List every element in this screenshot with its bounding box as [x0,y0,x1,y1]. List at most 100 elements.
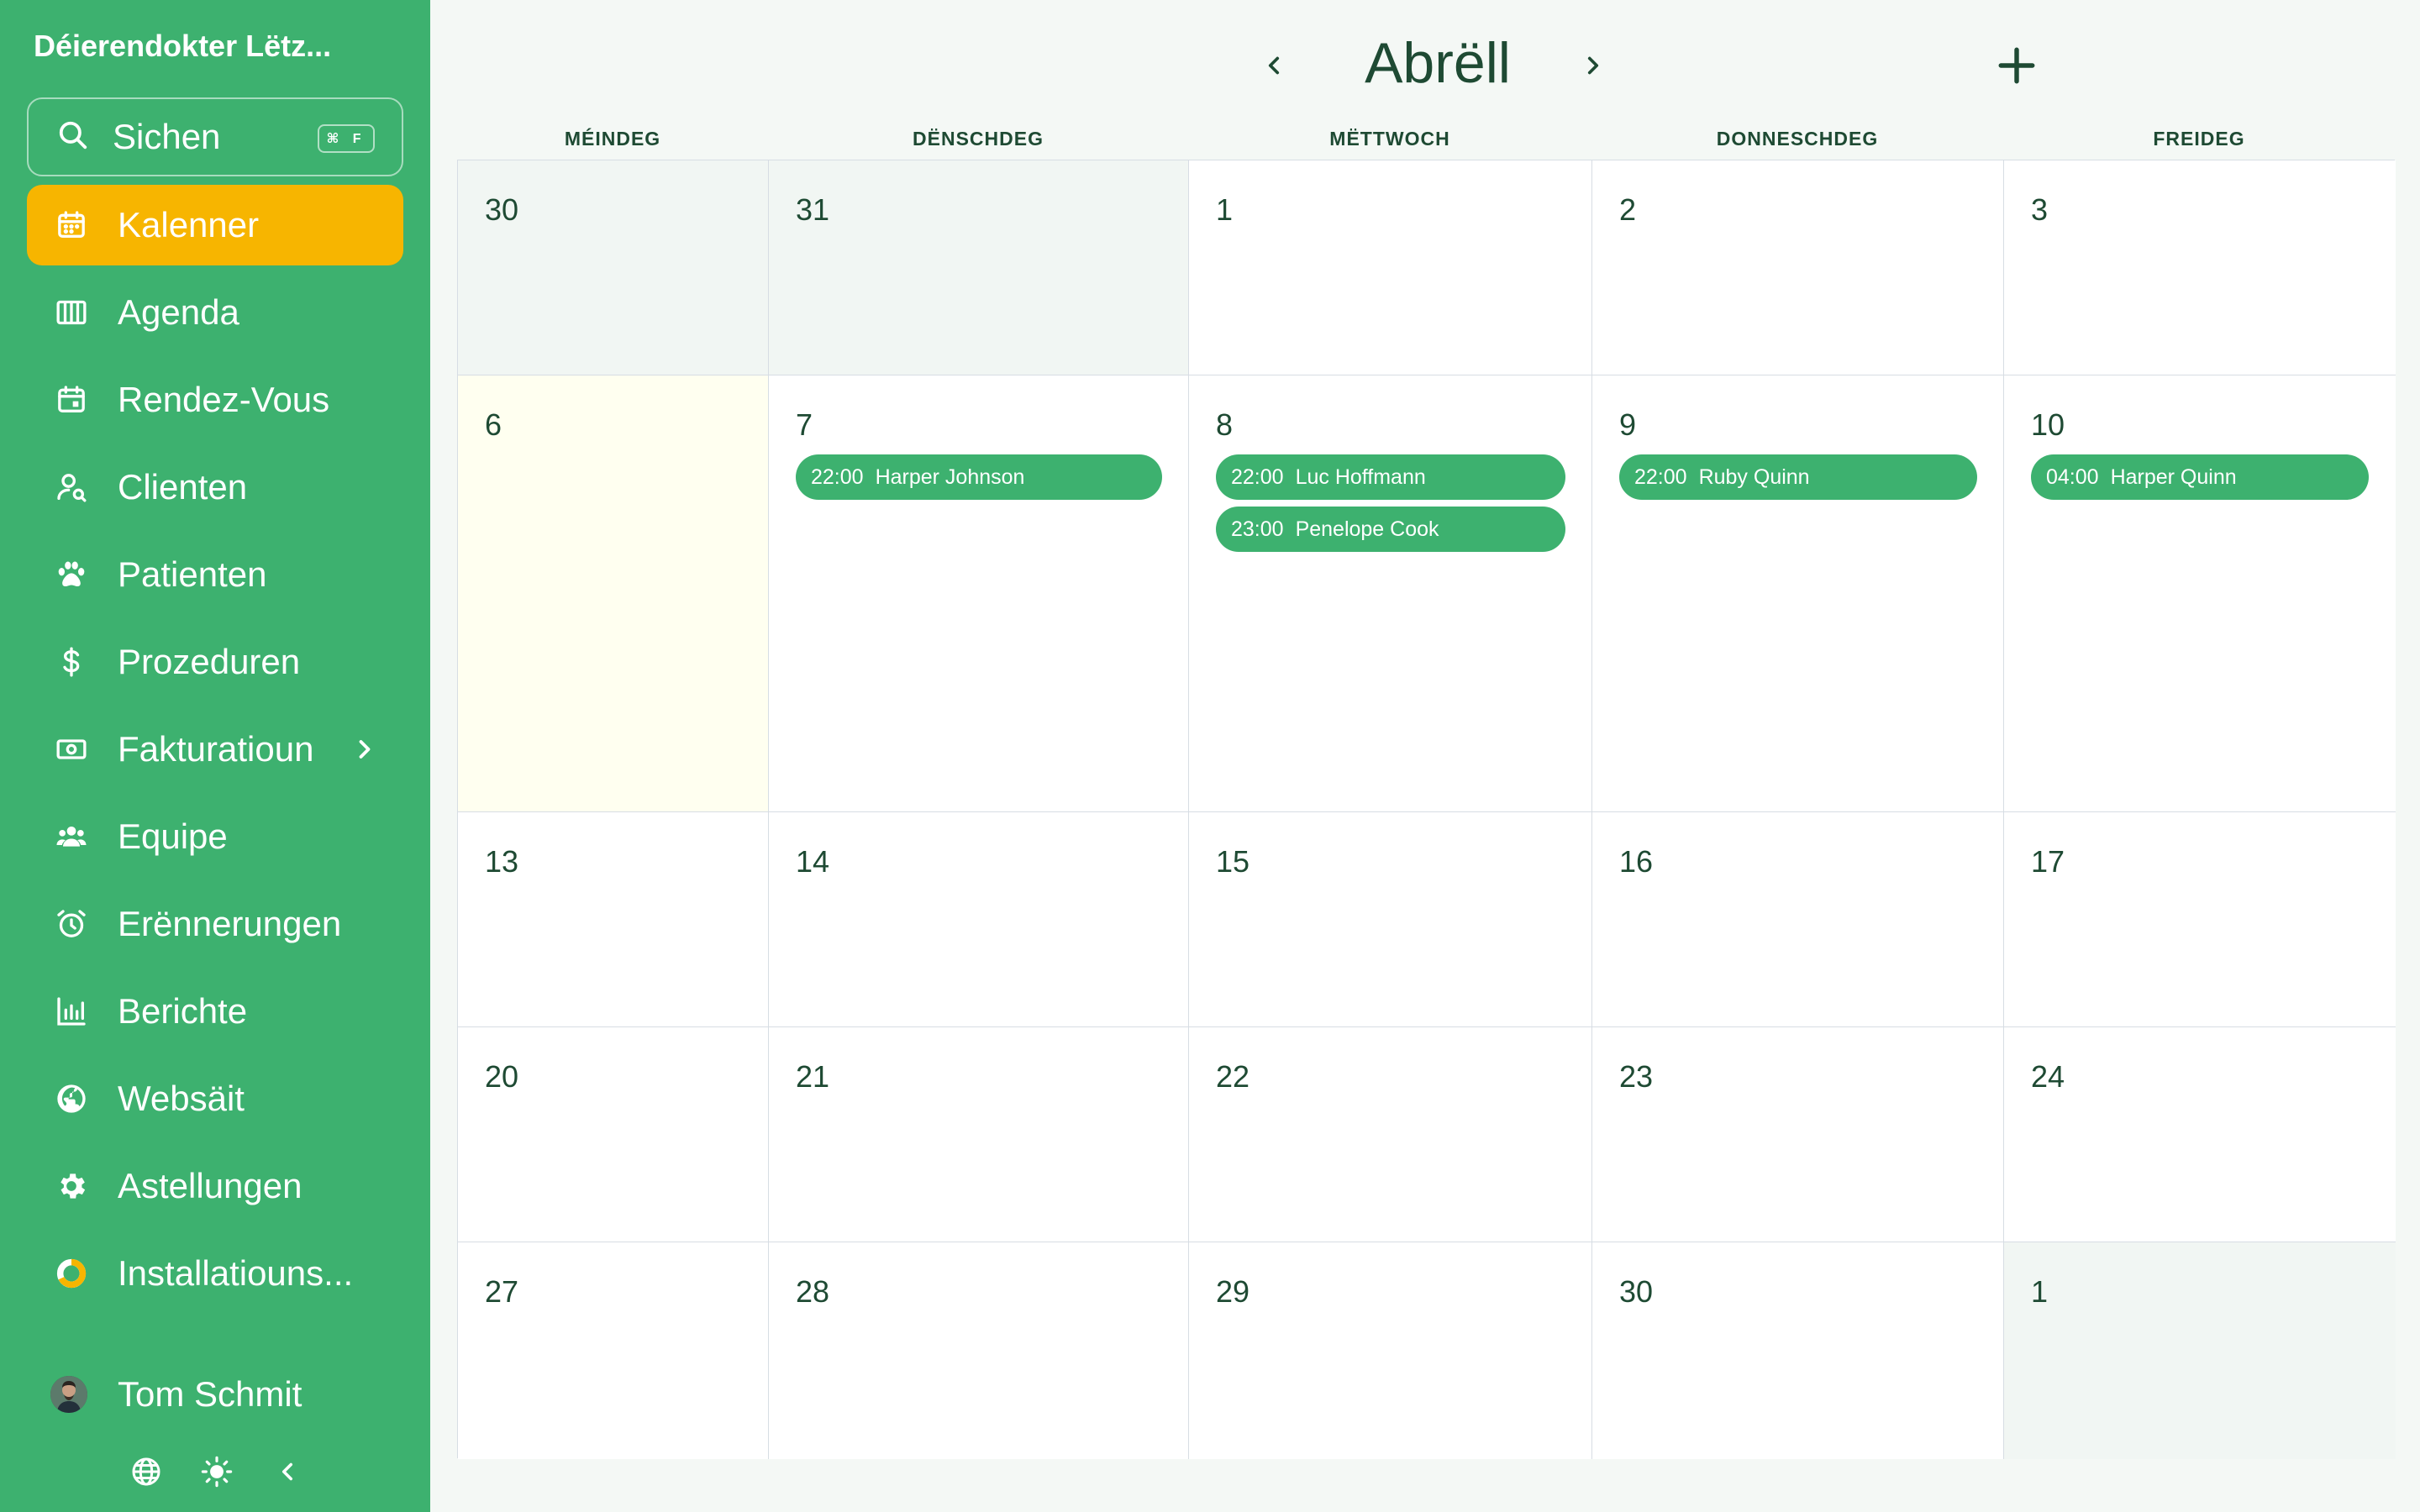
day-number: 15 [1216,844,1250,879]
day-cell[interactable]: 15 [1189,812,1592,1027]
day-number: 3 [2031,192,2049,227]
language-globe-icon[interactable] [128,1453,165,1490]
sidebar-item-label: Clienten [118,467,248,507]
weekday-header: DONNESCHDEG [1716,128,1879,150]
day-number: 1 [1216,192,1234,227]
appointment-event[interactable]: 23:00 Penelope Cook [1216,507,1565,552]
sidebar-item-fakturatioun[interactable]: Fakturatioun [27,709,403,790]
sidebar-item-label: Websäit [118,1079,245,1118]
sidebar-item-label: Astellungen [118,1166,302,1205]
day-number: 30 [485,192,519,227]
sidebar-item-erennerungen[interactable]: Erënnerungen [27,884,403,964]
day-number: 23 [1619,1059,1654,1094]
sidebar-item-label: Patienten [118,554,267,594]
day-number: 22 [1216,1059,1250,1094]
calendar-icon [54,207,89,243]
add-appointment-button[interactable] [1993,42,2040,89]
sidebar: Déierendokter Lëtz... Sichen ⌘ F Kalenne… [0,0,430,1512]
sidebar-item-prozeduren[interactable]: Prozeduren [27,622,403,702]
appointment-event[interactable]: 22:00 Harper Johnson [796,454,1162,500]
day-number: 14 [796,844,830,879]
day-cell-today[interactable]: 6 [458,375,769,812]
sidebar-item-patienten[interactable]: Patienten [27,534,403,615]
dollar-icon [54,644,89,680]
sidebar-item-astellungen[interactable]: Astellungen [27,1146,403,1226]
sidebar-item-label: Prozeduren [118,642,301,681]
day-number: 17 [2031,844,2065,879]
sidebar-item-agenda[interactable]: Agenda [27,272,403,353]
day-cell[interactable]: 30 [458,160,769,375]
day-number: 20 [485,1059,519,1094]
day-cell[interactable]: 8 22:00 Luc Hoffmann 23:00 Penelope Cook [1189,375,1592,812]
day-cell[interactable]: 21 [769,1027,1189,1242]
search-label: Sichen [113,117,221,156]
day-number: 13 [485,844,519,879]
sidebar-item-berichte[interactable]: Berichte [27,971,403,1052]
day-cell[interactable]: 23 [1592,1027,2004,1242]
plus-icon [1998,47,2035,84]
event-time: 22:00 [811,465,864,489]
sidebar-item-clienten[interactable]: Clienten [27,447,403,528]
event-time: 22:00 [1231,465,1284,489]
event-time: 23:00 [1231,517,1284,541]
day-cell[interactable]: 13 [458,812,769,1027]
sidebar-item-kalenner[interactable]: Kalenner [27,185,403,265]
event-time: 04:00 [2046,465,2099,489]
brand-title: Déierendokter Lëtz... [34,29,332,63]
search-button[interactable]: Sichen ⌘ F [27,97,403,176]
search-shortcut: ⌘ F [318,124,375,153]
day-cell[interactable]: 14 [769,812,1189,1027]
day-number: 24 [2031,1059,2065,1094]
day-cell[interactable]: 29 [1189,1242,1592,1459]
sidebar-item-label: Erënnerungen [118,904,342,943]
weekday-header: MËTTWOCH [1329,128,1450,150]
chevron-left-icon [1268,56,1280,75]
day-cell[interactable]: 31 [769,160,1189,375]
day-cell[interactable]: 22 [1189,1027,1592,1242]
event-client-name: Penelope Cook [1295,517,1439,541]
chevron-right-icon [350,734,380,764]
day-number: 6 [485,407,502,442]
sidebar-item-websait[interactable]: Websäit [27,1058,403,1139]
day-cell[interactable]: 17 [2004,812,2396,1027]
day-number: 28 [796,1274,830,1309]
day-cell[interactable]: 7 22:00 Harper Johnson [769,375,1189,812]
day-cell[interactable]: 1 [1189,160,1592,375]
day-cell[interactable]: 10 04:00 Harper Quinn [2004,375,2396,812]
next-month-button[interactable] [1575,47,1612,84]
day-number: 21 [796,1059,830,1094]
appointment-event[interactable]: 04:00 Harper Quinn [2031,454,2369,500]
sidebar-item-label: Installatiouns... [118,1253,354,1293]
alarm-icon [54,906,89,942]
prev-month-button[interactable] [1255,47,1292,84]
appointment-event[interactable]: 22:00 Ruby Quinn [1619,454,1977,500]
sidebar-item-rendez-vous[interactable]: Rendez-Vous [27,360,403,440]
appointment-event[interactable]: 22:00 Luc Hoffmann [1216,454,1565,500]
collapse-chevron-left-icon[interactable] [269,1453,306,1490]
day-number: 2 [1619,192,1637,227]
day-cell[interactable]: 24 [2004,1027,2396,1242]
sidebar-item-equipe[interactable]: Equipe [27,796,403,877]
sidebar-item-installatiouns[interactable]: Installatiouns... [27,1233,403,1314]
user-profile[interactable]: Tom Schmit [50,1374,302,1415]
day-cell[interactable]: 20 [458,1027,769,1242]
month-grid: 30 31 1 2 3 6 7 22:00 Harper Johnson 8 22:00 Luc Ho… [457,160,2396,1459]
day-cell[interactable]: 30 [1592,1242,2004,1459]
day-cell[interactable]: 27 [458,1242,769,1459]
day-cell[interactable]: 2 [1592,160,2004,375]
day-cell[interactable]: 28 [769,1242,1189,1459]
event-client-name: Harper Quinn [2110,465,2237,489]
day-cell[interactable]: 1 [2004,1242,2396,1459]
day-number: 16 [1619,844,1654,879]
day-number: 27 [485,1274,519,1309]
day-cell[interactable]: 16 [1592,812,2004,1027]
sidebar-item-label: Rendez-Vous [118,380,330,419]
sidebar-item-label: Fakturatioun [118,729,314,769]
event-time: 22:00 [1634,465,1687,489]
day-cell[interactable]: 9 22:00 Ruby Quinn [1592,375,2004,812]
day-cell[interactable]: 3 [2004,160,2396,375]
cash-icon [54,732,89,767]
event-client-name: Ruby Quinn [1698,465,1810,489]
sun-icon[interactable] [198,1453,235,1490]
day-number: 10 [2031,407,2065,442]
